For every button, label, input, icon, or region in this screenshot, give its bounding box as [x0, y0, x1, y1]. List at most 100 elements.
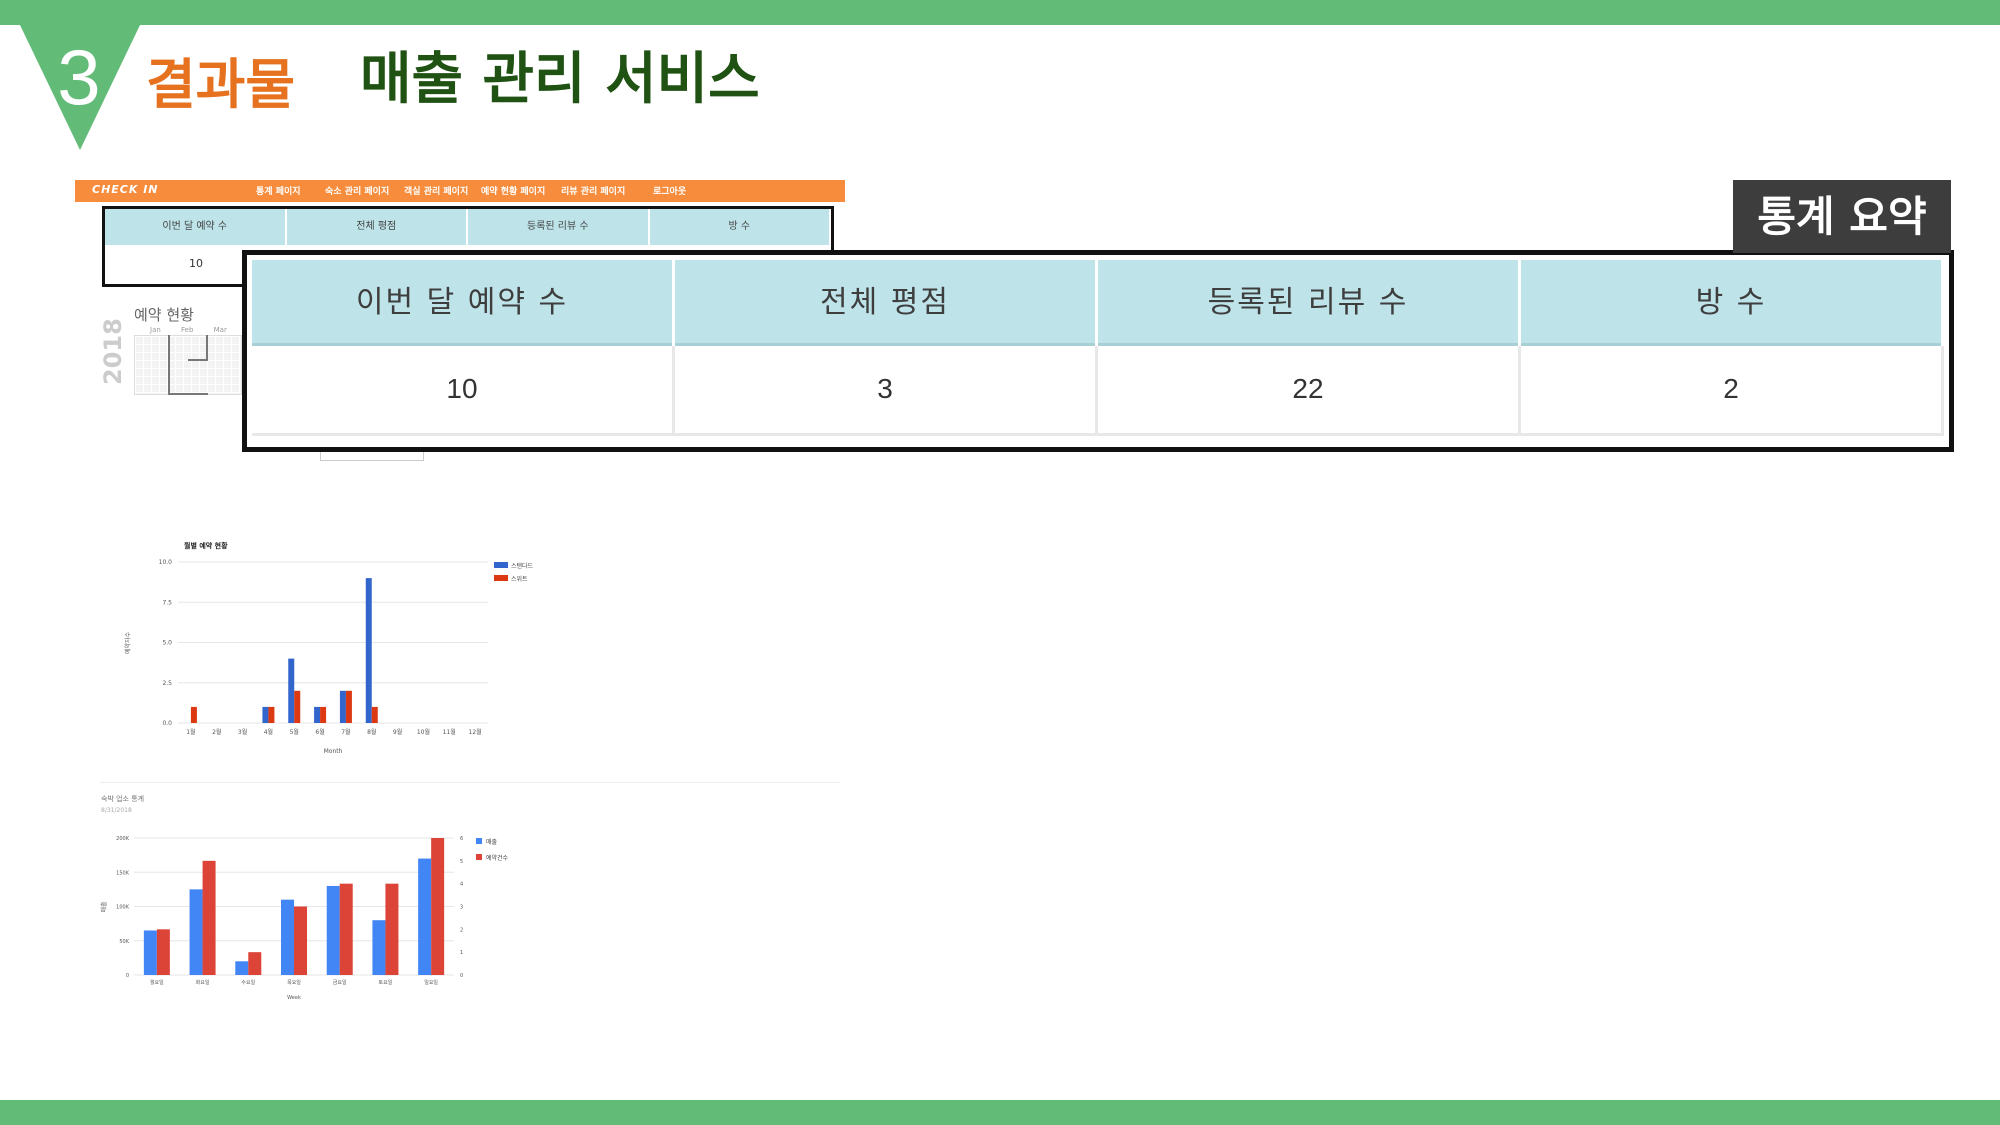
chart-divider: [100, 782, 840, 783]
mini-calendar-year: 2018: [99, 318, 127, 385]
bar-bookings: [294, 906, 307, 975]
x-tick-label: 1월: [186, 728, 195, 736]
bar-standard: [314, 706, 321, 723]
bar-revenue: [281, 899, 294, 975]
bar-standard: [262, 706, 269, 723]
slide-title: 매출 관리 서비스: [360, 47, 760, 112]
x-tick-label: 2월: [212, 728, 221, 736]
x-tick-label: 6월: [315, 728, 324, 736]
section-label: 결과물: [146, 53, 296, 116]
mini-stats-header: 전체 평점: [286, 209, 468, 245]
bar-suite: [345, 690, 352, 723]
y2-tick-label: 5: [460, 859, 463, 865]
bar-revenue: [372, 920, 386, 975]
x-tick-label: 일요일: [424, 979, 438, 986]
x-tick-label: 토요일: [379, 979, 393, 986]
legend-swatch: [494, 575, 508, 581]
y-tick-label: 0: [126, 973, 129, 979]
chart-subtitle: 8/31/2018: [101, 807, 132, 814]
bar-bookings: [248, 952, 262, 975]
stats-header-reviews: 등록된 리뷰 수: [1098, 260, 1521, 346]
x-tick-label: 5월: [290, 728, 299, 736]
y2-tick-label: 4: [460, 882, 463, 888]
mini-stats-header: 이번 달 예약 수: [105, 209, 287, 245]
y-tick-label: 10.0: [159, 559, 173, 566]
y2-tick-label: 3: [460, 905, 463, 911]
x-tick-label: 11월: [443, 728, 456, 736]
bar-bookings: [202, 860, 216, 975]
mini-nav-item-lodging[interactable]: 숙소 관리 페이지: [325, 184, 389, 197]
y-tick-label: 200K: [116, 836, 130, 842]
x-tick-label: 금요일: [333, 979, 347, 986]
x-tick-label: 10월: [417, 728, 430, 736]
chart-title: 월별 예약 현황: [184, 541, 228, 550]
bar-bookings: [385, 883, 399, 975]
bar-revenue: [143, 930, 157, 975]
x-tick-label: 9월: [393, 728, 402, 736]
x-tick-label: 목요일: [287, 979, 301, 986]
y2-tick-label: 0: [460, 973, 463, 979]
mini-nav-item-reservations[interactable]: 예약 현황 페이지: [481, 184, 545, 197]
y-axis-label: 예약자수: [124, 631, 132, 654]
bar-revenue: [189, 889, 203, 975]
bar-revenue: [235, 961, 249, 975]
y-tick-label: 100K: [116, 905, 130, 911]
y-tick-label: 2.5: [162, 680, 172, 687]
stats-header-rating: 전체 평점: [675, 260, 1098, 346]
y-tick-label: 50K: [119, 939, 129, 945]
y-tick-label: 7.5: [162, 599, 172, 606]
x-tick-label: 8월: [367, 728, 376, 736]
x-tick-label: 수요일: [241, 979, 255, 986]
legend-label: 스탠다드: [511, 562, 534, 570]
stats-value-rating: 3: [675, 346, 1098, 436]
bar-revenue: [326, 885, 340, 975]
bar-standard: [339, 690, 346, 723]
stats-summary-header-row: 이번 달 예약 수 전체 평점 등록된 리뷰 수 방 수: [252, 260, 1944, 346]
mini-stats-value: 10: [189, 257, 203, 270]
mini-nav-item-stats[interactable]: 통계 페이지: [256, 184, 301, 197]
bottom-accent-bar: [0, 1100, 2000, 1125]
stats-summary-value-row: 10 3 22 2: [252, 346, 1944, 436]
y-axis-label: 매출: [100, 901, 108, 913]
bar-bookings: [431, 838, 445, 975]
x-tick-label: 월요일: [150, 979, 164, 986]
bar-suite: [268, 706, 275, 723]
mini-stats-header-row: 이번 달 예약 수 전체 평점 등록된 리뷰 수 방 수: [105, 209, 831, 245]
weekly-stats-chart: 숙박 업소 통계 8/31/2018 0 50K 100K 150K 200K 0 1 2 3 4 5 6…: [100, 794, 509, 1001]
y2-tick-label: 6: [460, 836, 463, 842]
stats-value-monthly-bookings: 10: [252, 346, 675, 436]
mini-calendar-months: Jan Feb Mar: [150, 326, 227, 334]
stats-header-rooms: 방 수: [1521, 260, 1944, 346]
chart-title: 숙박 업소 통계: [101, 794, 144, 803]
mini-nav-item-logout[interactable]: 로그아웃: [653, 184, 686, 197]
y-tick-label: 5.0: [162, 640, 172, 647]
bar-standard: [288, 658, 295, 723]
stats-value-reviews: 22: [1098, 346, 1521, 436]
mini-stats-header: 등록된 리뷰 수: [468, 209, 650, 245]
x-axis-label: Week: [287, 995, 301, 1001]
x-tick-label: 12월: [469, 728, 482, 736]
legend-label: 예약건수: [486, 854, 509, 862]
bar-revenue: [418, 858, 432, 975]
mini-nav-item-reviews[interactable]: 리뷰 관리 페이지: [561, 184, 625, 197]
stats-summary-zoom: 이번 달 예약 수 전체 평점 등록된 리뷰 수 방 수 10 3 22 2: [242, 250, 1954, 452]
x-tick-label: 7월: [341, 728, 350, 736]
legend-label: 스위트: [511, 575, 528, 583]
x-axis-label: Month: [324, 748, 343, 755]
legend-label: 매출: [486, 838, 498, 846]
stats-header-monthly-bookings: 이번 달 예약 수: [252, 260, 675, 346]
mini-nav-item-rooms[interactable]: 객실 관리 페이지: [404, 184, 468, 197]
bar-bookings: [156, 929, 170, 975]
bar-suite: [294, 690, 301, 723]
legend-swatch: [476, 854, 482, 860]
stats-value-rooms: 2: [1521, 346, 1944, 436]
mini-stats-header: 방 수: [649, 209, 831, 245]
mini-app-logo: CHECK IN: [92, 183, 159, 196]
mini-calendar-title: 예약 현황: [134, 306, 194, 324]
y2-tick-label: 1: [460, 950, 463, 956]
mini-calendar-month-outline: [188, 335, 208, 361]
section-number: 3: [57, 33, 101, 121]
y-tick-label: 150K: [116, 870, 130, 876]
y2-tick-label: 2: [460, 927, 463, 933]
x-tick-label: 4월: [264, 728, 273, 736]
